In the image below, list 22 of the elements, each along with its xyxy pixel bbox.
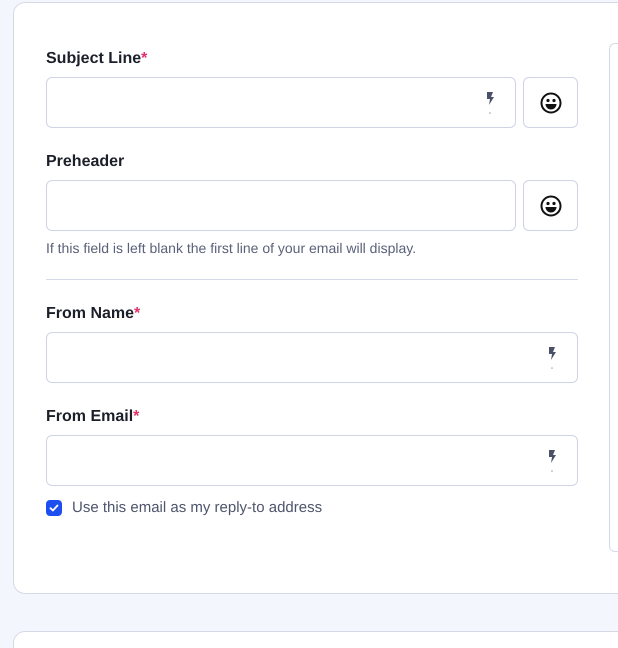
checkmark-icon	[49, 503, 59, 514]
text-field[interactable]	[46, 332, 578, 383]
required-mark: *	[133, 407, 140, 427]
lightning-icon[interactable]	[485, 90, 495, 114]
emoji-button[interactable]	[523, 77, 578, 128]
field-label: Subject Line	[46, 49, 142, 69]
field-label: From Email	[46, 407, 134, 427]
field-label: Preheader	[46, 152, 124, 172]
text-field[interactable]	[46, 180, 516, 231]
smiley-icon	[540, 194, 562, 216]
hint-text: If this field is left blank the first line of your email will display.	[46, 239, 418, 258]
smiley-icon	[540, 92, 562, 114]
required-mark: *	[141, 49, 148, 69]
text-field[interactable]	[46, 435, 578, 486]
text-field[interactable]	[46, 77, 516, 128]
checkbox-label: Use this email as my reply-to address	[72, 498, 322, 518]
lightning-icon[interactable]	[547, 346, 557, 370]
emoji-button[interactable]	[523, 180, 578, 231]
checkbox[interactable]	[46, 500, 62, 516]
field-label: From Name	[46, 304, 134, 324]
lightning-icon[interactable]	[547, 448, 557, 472]
required-mark: *	[134, 304, 140, 324]
